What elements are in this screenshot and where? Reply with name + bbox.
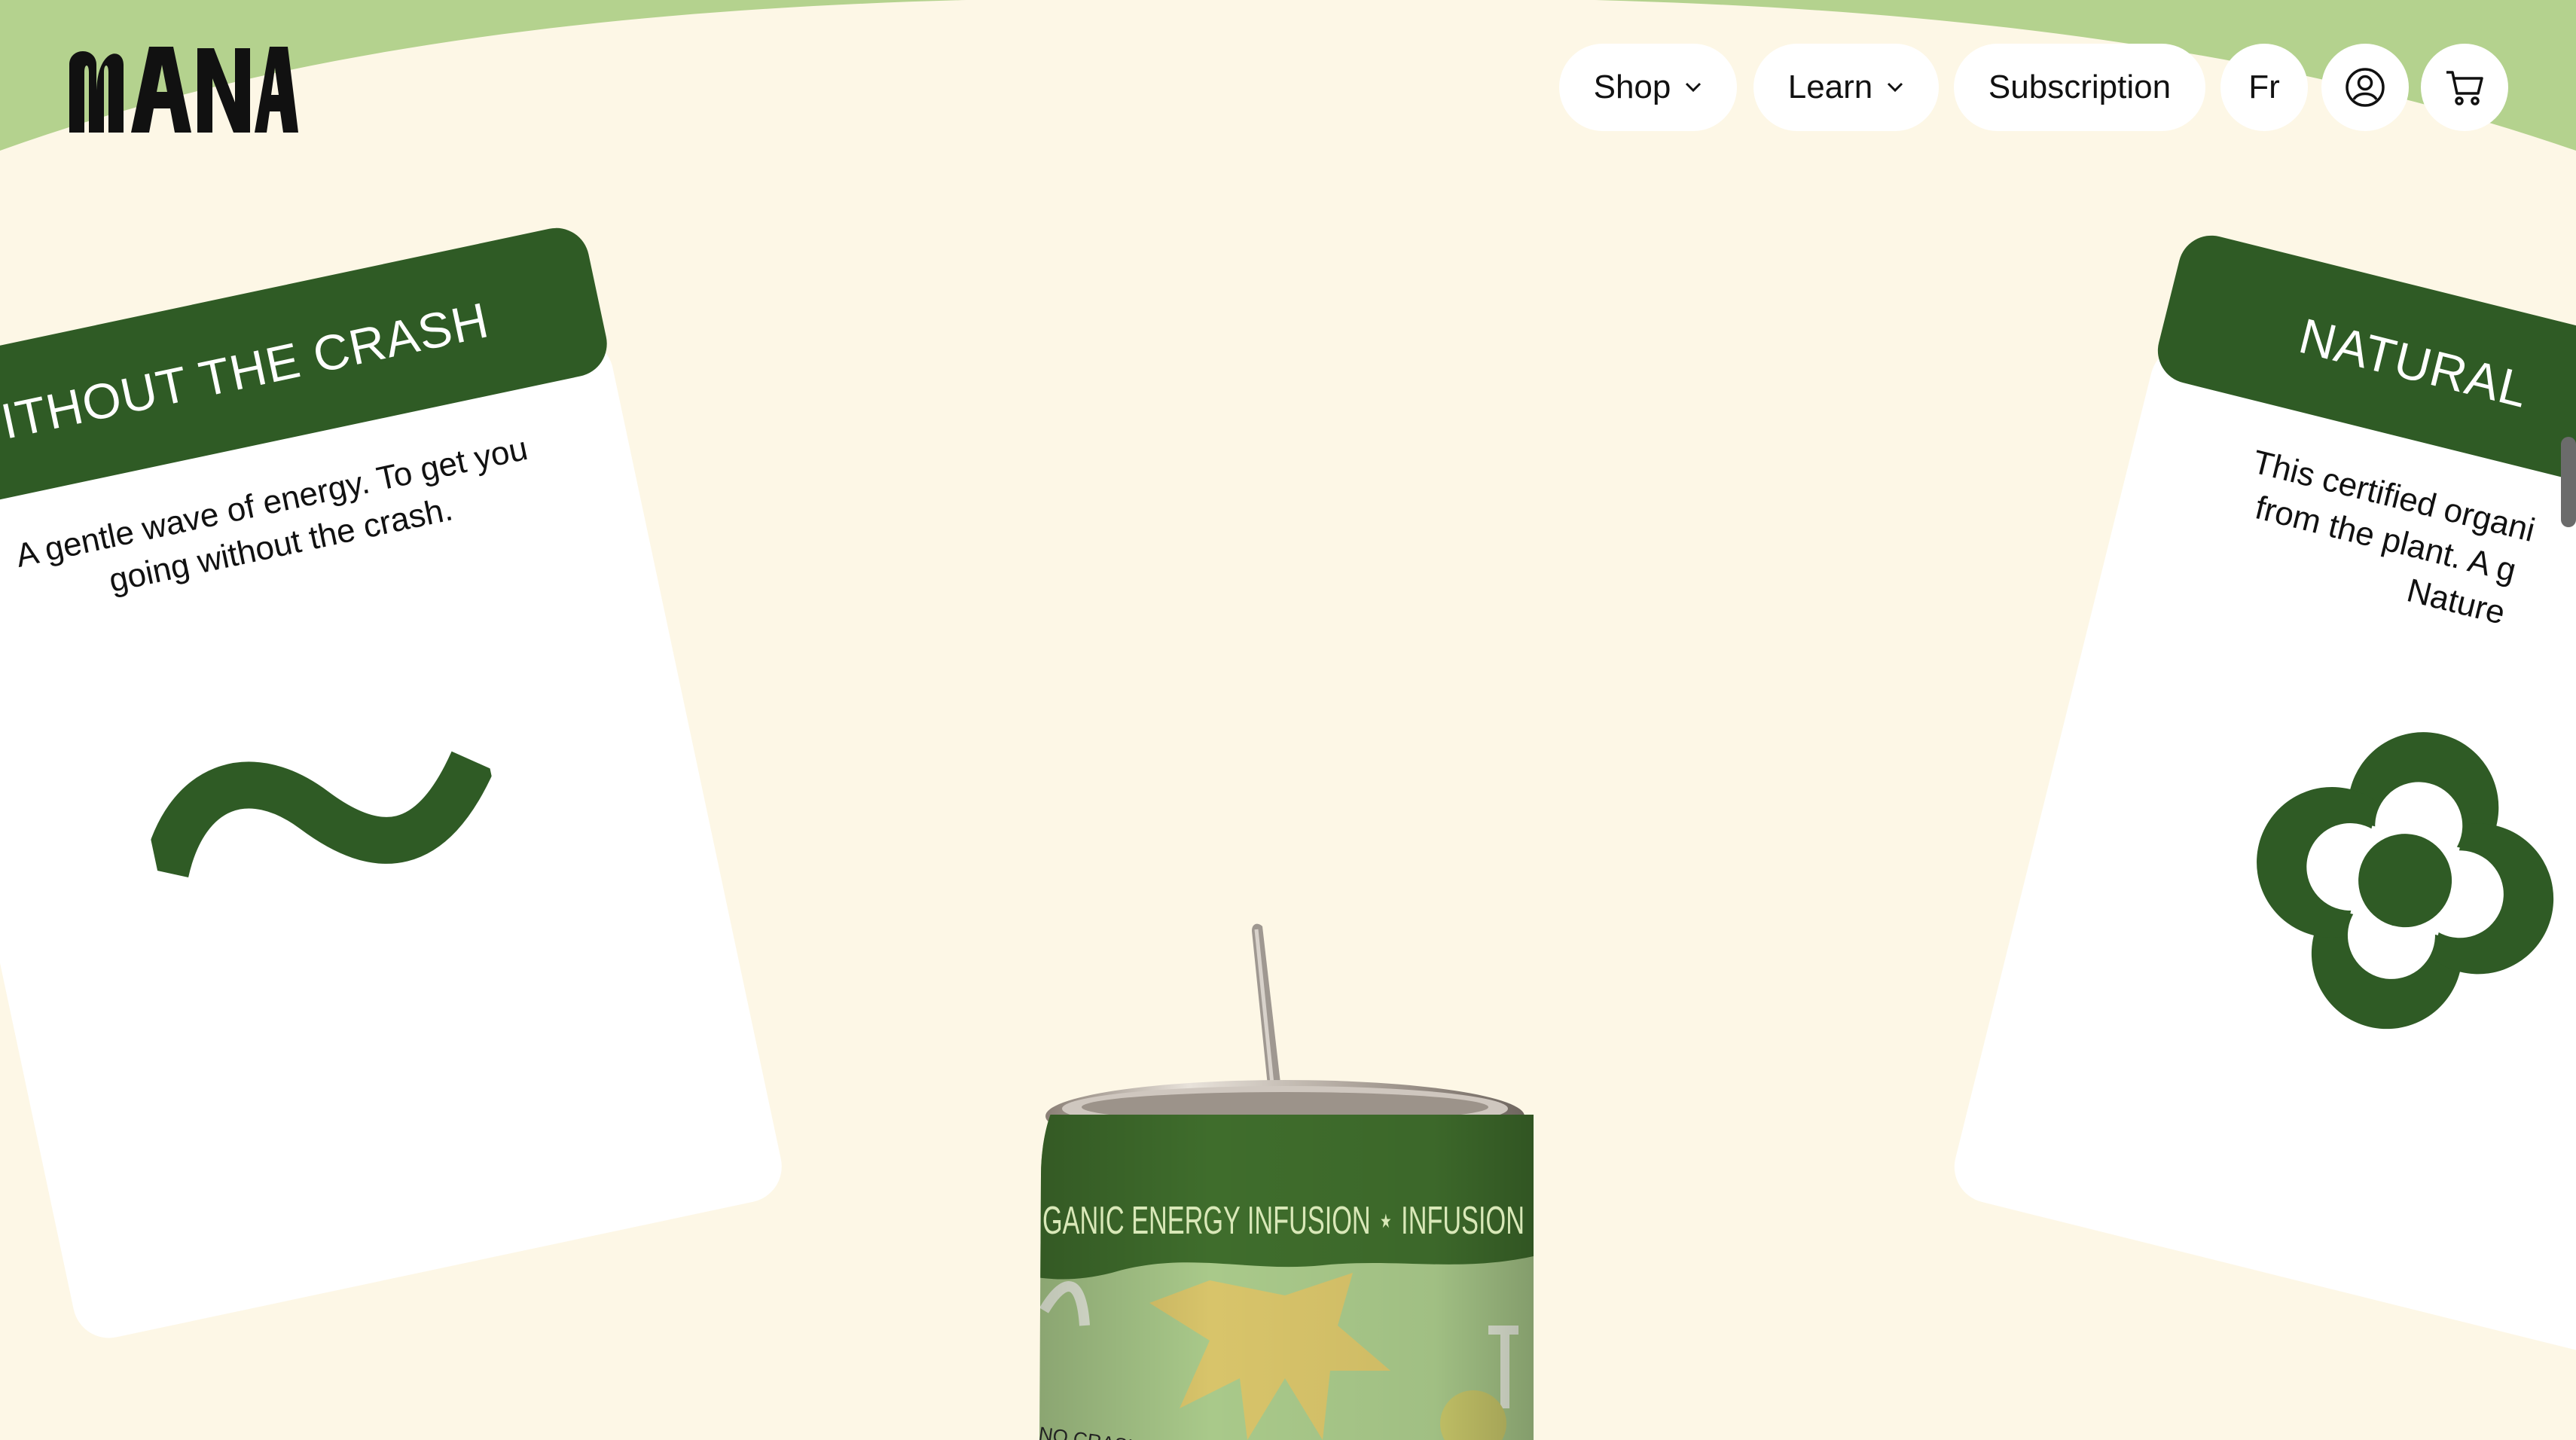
cart-button[interactable] [2421,44,2508,131]
cart-icon [2446,71,2483,105]
shop-menu-button[interactable]: Shop [1559,44,1737,131]
scrollbar-thumb[interactable] [2561,437,2576,527]
brand-logo[interactable] [66,42,300,136]
language-label: Fr [2248,69,2280,105]
language-toggle-button[interactable]: Fr [2220,44,2308,131]
feature-card-natural: NATURAL This certified organi from the p… [1946,228,2576,1368]
chevron-down-icon [1686,82,1702,93]
card-title: NATURAL [2294,307,2535,418]
subscription-label: Subscription [1988,69,2172,105]
subscription-link[interactable]: Subscription [1954,44,2205,131]
chevron-down-icon [1888,82,1903,93]
can-band-text: GANIC ENERGY INFUSION ⋆ INFUSION [1042,1199,1525,1243]
learn-menu-button[interactable]: Learn [1753,44,1939,131]
shop-label: Shop [1593,69,1671,105]
feature-card-without-crash: WITHOUT THE CRASH A gentle wave of energ… [0,221,789,1345]
learn-label: Learn [1787,69,1873,105]
account-icon [2346,68,2385,107]
product-can-image: GANIC ENERGY INFUSION ⋆ INFUSION NO CRAS… [1037,923,1534,1440]
account-button[interactable] [2321,44,2409,131]
